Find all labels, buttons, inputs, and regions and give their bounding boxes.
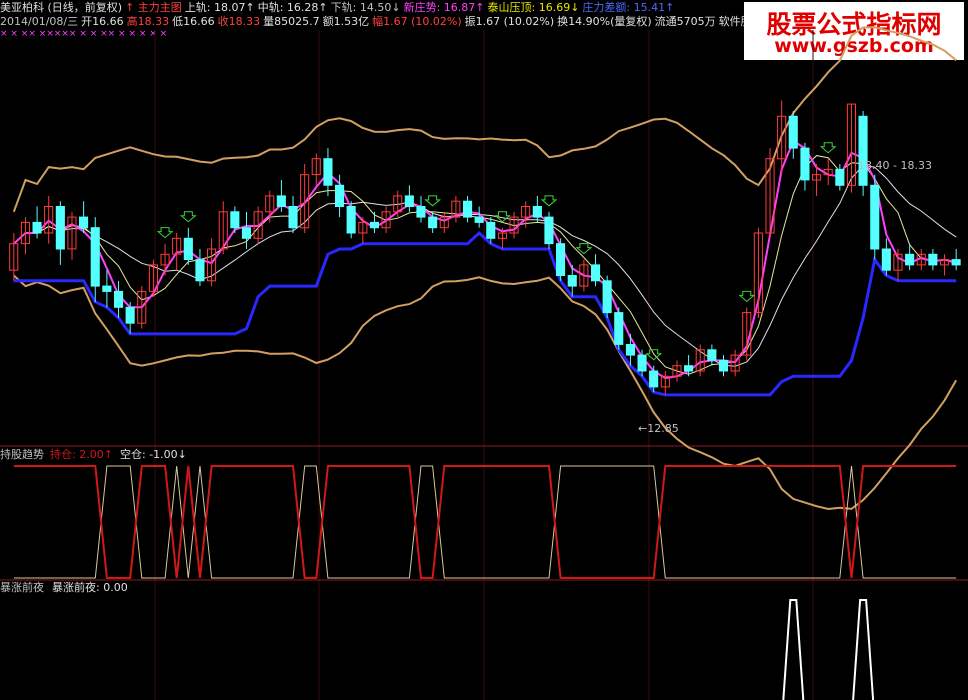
candle-body-9	[114, 290, 124, 308]
low-price-label: ←12.85	[638, 422, 679, 435]
candle-body-39	[463, 200, 473, 218]
panel2-empty-label: 空仓: -1.00↓	[120, 447, 187, 461]
candle-body-45	[532, 206, 542, 218]
panel3-value-label: 暴涨前夜: 0.00	[52, 580, 128, 594]
candle-body-4	[55, 206, 65, 250]
candle-body-50	[591, 264, 601, 282]
candle-body-40	[474, 216, 484, 223]
candle-body-20	[241, 227, 251, 239]
candle-body-53	[625, 344, 636, 356]
panel2-title: 持股趋势	[0, 447, 44, 461]
high-price-label: 18.40 - 18.33	[858, 159, 932, 172]
candle-body-51	[602, 280, 612, 314]
stock-chart-canvas: 18.40 - 18.33 ←12.85 持股趋势 持仓: 2.00↑ 空仓: …	[0, 26, 968, 700]
candle-body-48	[567, 275, 577, 287]
candle-body-27	[323, 158, 333, 186]
candle-body-47	[556, 243, 566, 276]
buy-arrow-0	[179, 211, 197, 223]
candle-body-2	[32, 221, 42, 234]
surge-pulse-1	[852, 599, 875, 700]
surge-eve-panel	[782, 599, 875, 700]
candle-body-67	[788, 115, 798, 149]
candle-body-75	[881, 248, 891, 271]
candle-body-60	[707, 349, 717, 361]
candle-body-79	[928, 253, 938, 266]
candle-body-54	[637, 354, 647, 372]
candle-body-24	[288, 206, 298, 229]
candle-body-74	[870, 184, 880, 250]
candle-body-58	[684, 365, 694, 372]
candle-body-15	[183, 237, 193, 261]
panel2-hold-label: 持仓: 2.00↑	[50, 447, 113, 461]
buy-arrow-7	[738, 290, 756, 302]
candle-body-31	[369, 221, 379, 229]
candle-body-23	[276, 195, 286, 207]
candle-body-61	[718, 359, 729, 372]
candle-body-29	[346, 206, 356, 234]
panel3-title: 暴涨前夜	[0, 580, 44, 594]
candle-body-73	[858, 115, 868, 186]
candlestick-series	[9, 100, 961, 395]
candle-body-34	[404, 195, 414, 207]
candle-body-46	[544, 216, 554, 245]
surge-pulse-0	[782, 599, 805, 700]
candle-body-41	[486, 221, 496, 239]
candle-body-28	[335, 184, 345, 208]
candle-body-52	[614, 312, 624, 345]
candle-body-81	[951, 259, 961, 266]
candle-body-7	[90, 227, 100, 287]
buy-signal-arrows	[156, 142, 837, 361]
candle-body-55	[649, 370, 659, 388]
buy-arrow-8	[819, 142, 837, 154]
candle-body-10	[125, 306, 135, 324]
candle-body-6	[79, 216, 89, 229]
candle-body-68	[800, 147, 810, 181]
buy-arrow-2	[424, 195, 441, 207]
candle-body-36	[428, 216, 438, 229]
buy-arrow-4	[540, 195, 558, 207]
candle-body-77	[905, 253, 915, 266]
buy-arrow-1	[156, 227, 174, 239]
candle-body-71	[835, 168, 845, 186]
candle-body-16	[195, 259, 205, 282]
candle-body-8	[102, 285, 112, 292]
candle-body-19	[230, 211, 240, 229]
candle-body-35	[416, 206, 426, 218]
